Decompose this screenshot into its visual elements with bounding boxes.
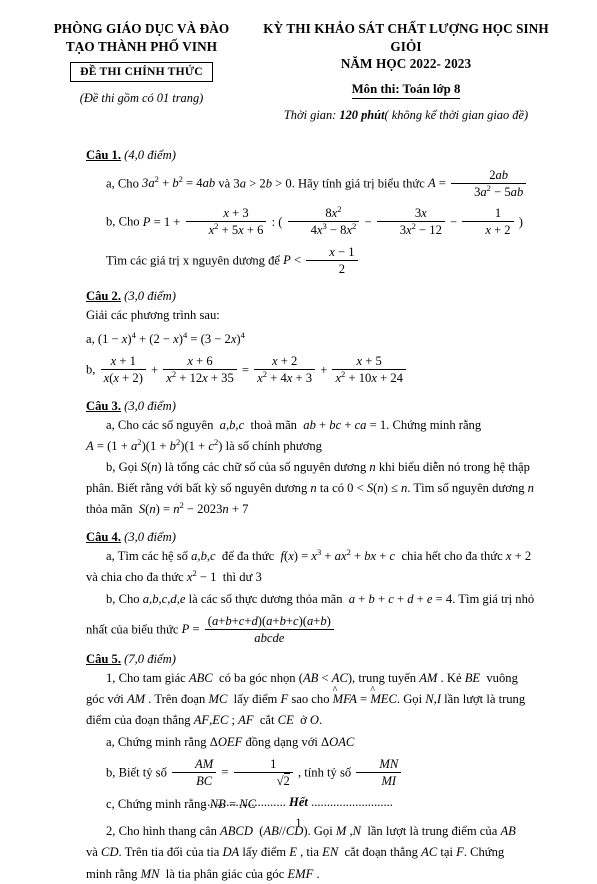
question-4-heading: Câu 4. (3,0 điểm) — [86, 530, 561, 545]
subject-line: Môn thi: Toán lớp 8 — [351, 82, 461, 99]
question-1a: a, Cho 3a2 + b2 = 4ab và 3a > 2b > 0. Hã… — [86, 168, 561, 201]
q1a-expression: A = 2ab 3a2 − 5ab — [428, 168, 528, 199]
q4b-fraction: (a+b+c+d)(a+b+c)(a+b) abcde — [204, 613, 334, 646]
question-2-points: (3,0 điểm) — [124, 289, 176, 304]
document-footer: .......................... Hết .........… — [0, 795, 597, 831]
question-4-points: (3,0 điểm) — [124, 530, 176, 545]
question-2-heading: Câu 2. (3,0 điểm) — [86, 289, 561, 304]
subject-wrap: Môn thi: Toán lớp 8 — [249, 73, 563, 99]
department-title-line1: PHÒNG GIÁO DỤC VÀ ĐÀO — [53, 21, 230, 36]
angle-mfa: ^ MFA — [332, 685, 357, 707]
q1b-fraction-2: 8x2 4x3 − 8x2 — [287, 205, 360, 238]
question-4b-line1: b, Cho a,b,c,d,e là các số thực dương th… — [106, 591, 535, 606]
question-2-intro: Giải các phương trình sau: — [86, 308, 220, 323]
end-marker: .......................... Hết .........… — [0, 795, 597, 810]
exam-title-line1: KỲ THI KHẢO SÁT CHẤT LƯỢNG HỌC SINH GIỎI — [263, 21, 549, 54]
question-5-heading: Câu 5. (7,0 điểm) — [86, 652, 561, 667]
angle-mec: ^ MEC — [370, 685, 397, 707]
q2b-prefix: b, — [86, 362, 96, 377]
question-3b-line3: thỏa mãn S(n) = n2 − 2023n + 7 — [86, 499, 249, 517]
time-value: 120 phút — [339, 107, 385, 122]
time-allowance: Thời gian: 120 phút( không kể thời gian … — [249, 108, 563, 123]
question-5-part1-line1: 1, Cho tam giác ABC có ba góc nhọn (AB <… — [106, 671, 518, 686]
q1a-ask: . Hãy tính giá trị biểu thức — [291, 176, 425, 191]
q1a-prefix: a, Cho — [106, 176, 139, 191]
q1c-text: Tìm các giá trị x nguyên dương để — [106, 253, 281, 268]
question-5b: b, Biết tỷ số AM BC = 1 √2 , tính tỷ số … — [86, 757, 561, 790]
q1b-fraction-4: 1 x + 2 — [462, 205, 514, 238]
question-1-heading: Câu 1. (4,0 điểm) — [86, 148, 561, 163]
q1b-expression: P = 1 + x + 3 x2 + 5x + 6 : ( 8x2 4x3 − … — [142, 203, 523, 238]
question-3b-line2: phân. Biết rằng với bất kỳ số nguyên dươ… — [86, 480, 534, 495]
q1c-fraction: x − 1 2 — [306, 244, 358, 277]
question-5-part2-line3: minh rằng MN là tia phân giác của góc EM… — [86, 866, 320, 881]
question-4-label: Câu 4. — [86, 530, 121, 545]
question-4a-line2: và chia cho đa thức x2 − 1 thì dư 3 — [86, 568, 262, 585]
question-2-label: Câu 2. — [86, 289, 121, 304]
dots-left: .......................... — [204, 795, 286, 809]
question-2a: a, (1 − x)4 + (2 − x)4 = (3 − 2x)4 — [86, 330, 245, 347]
time-prefix: Thời gian: — [283, 107, 337, 122]
question-5-points: (7,0 điểm) — [124, 652, 176, 667]
exam-page: PHÒNG GIÁO DỤC VÀ ĐÀO TẠO THÀNH PHỐ VINH… — [0, 0, 597, 881]
header-left-block: PHÒNG GIÁO DỤC VÀ ĐÀO TẠO THÀNH PHỐ VINH… — [34, 20, 249, 123]
q1a-numerator: 2ab — [451, 167, 527, 184]
q2b-fraction-1: x + 1 x(x + 2) — [100, 353, 146, 386]
question-5-part1-line3: điểm của đoạn thẳng AF,EC ; AF cắt CE ở … — [86, 713, 323, 728]
question-5-label: Câu 5. — [86, 652, 121, 667]
question-3-label: Câu 3. — [86, 398, 121, 413]
question-3-heading: Câu 3. (3,0 điểm) — [86, 399, 561, 414]
q4b-text: nhất của biểu thức — [86, 622, 179, 637]
question-1b: b, Cho P = 1 + x + 3 x2 + 5x + 6 : ( 8x2… — [86, 203, 561, 239]
question-1-points: (4,0 điểm) — [124, 147, 176, 162]
question-1c: Tìm các giá trị x nguyên dương để P < x … — [86, 245, 561, 278]
q5b-mid: , tính tỷ số — [298, 765, 352, 780]
q1b-fraction-3: 3x 3x2 − 12 — [376, 205, 445, 238]
q2a-equation: (1 − x)4 + (2 − x)4 = (3 − 2x)4 — [97, 330, 245, 347]
q3a-suffix: là số chính phương — [225, 438, 322, 453]
question-1-label: Câu 1. — [86, 147, 121, 162]
q1a-denominator: 3a2 − 5ab — [474, 182, 524, 199]
question-3b-line1: b, Gọi S(n) là tổng các chữ số của số ng… — [106, 459, 530, 474]
question-4a-line1: a, Tìm các hệ số a,b,c để đa thức f(x) =… — [106, 547, 532, 564]
q2b-equation: x + 1 x(x + 2) + x + 6 x2 + 12x + 35 = x… — [99, 354, 408, 385]
q4b-expression: P = (a+b+c+d)(a+b+c)(a+b) abcde — [182, 614, 336, 645]
q1a-fraction: 2ab 3a2 − 5ab — [451, 167, 527, 200]
header-right-block: KỲ THI KHẢO SÁT CHẤT LƯỢNG HỌC SINH GIỎI… — [249, 20, 563, 123]
q2b-fraction-3: x + 2 x2 + 4x + 3 — [254, 353, 316, 386]
exam-title-line2: NĂM HỌC 2022- 2023 — [340, 56, 472, 72]
q1c-inequality: P < x − 1 2 — [283, 245, 359, 276]
question-5-part2-line2: và CD. Trên tia đối của tia DA lấy điểm … — [86, 845, 505, 860]
q1a-and: và — [218, 176, 231, 191]
q1a-condition-1: 3a2 + b2 = 4ab — [142, 174, 216, 191]
official-exam-badge: ĐỀ THI CHÍNH THỨC — [70, 62, 213, 83]
q1b-prefix: b, Cho — [106, 214, 140, 229]
q1b-fraction-1: x + 3 x2 + 5x + 6 — [185, 205, 267, 238]
exam-content: Câu 1. (4,0 điểm) a, Cho 3a2 + b2 = 4ab … — [0, 123, 597, 884]
q5b-ratio-2: MN MI — [354, 757, 403, 788]
question-3a-line2: A = (1 + a2)(1 + b2)(1 + c2) là số chính… — [86, 437, 561, 456]
page-count-note: (Đề thi gồm có 01 trang) — [79, 91, 204, 106]
question-2b: b, x + 1 x(x + 2) + x + 6 x2 + 12x + 35 … — [86, 354, 561, 387]
dots-right: .......................... — [311, 795, 393, 809]
page-number: 1 — [295, 816, 302, 830]
question-4b-line2: nhất của biểu thức P = (a+b+c+d)(a+b+c)(… — [86, 614, 561, 647]
q1a-condition-2: 3a > 2b > 0 — [233, 176, 292, 191]
document-header: PHÒNG GIÁO DỤC VÀ ĐÀO TẠO THÀNH PHỐ VINH… — [0, 0, 597, 123]
question-3a-line1: a, Cho các số nguyên a,b,c thoả mãn ab +… — [106, 417, 482, 432]
q5b-prefix: b, Biết tỷ số — [106, 765, 167, 780]
question-5a: a, Chứng minh rằng ΔOEF đồng dạng với ΔO… — [106, 734, 355, 749]
q2b-fraction-2: x + 6 x2 + 12x + 35 — [163, 353, 237, 386]
q3a-expression: A = (1 + a2)(1 + b2)(1 + c2) — [86, 436, 223, 453]
q2b-fraction-4: x + 5 x2 + 10x + 24 — [332, 353, 406, 386]
q5b-ratio-1: AM BC = 1 √2 — [170, 757, 298, 788]
time-suffix: ( không kể thời gian giao đề) — [384, 107, 529, 122]
sqrt-icon: √2 — [276, 772, 290, 788]
question-3-points: (3,0 điểm) — [124, 398, 176, 413]
question-5-part1-line2: góc với AM . Trên đoạn MC lấy điểm F sao… — [86, 685, 561, 709]
end-word: Hết — [289, 795, 308, 809]
department-title-line2: TẠO THÀNH PHỐ VINH — [65, 38, 218, 54]
